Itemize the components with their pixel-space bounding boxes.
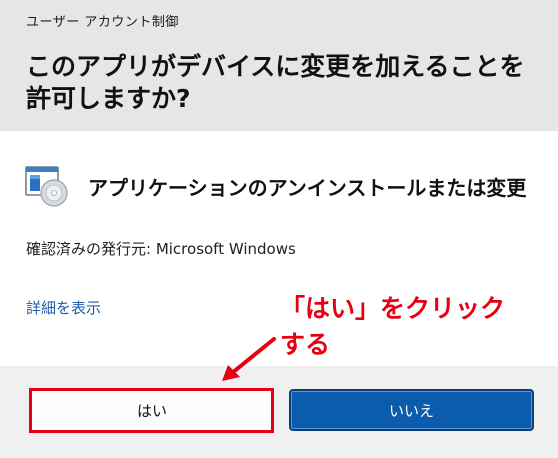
publisher-text: 確認済みの発行元: Microsoft Windows <box>26 240 296 258</box>
annotation-line-2: する <box>280 330 331 359</box>
window-title: ユーザー アカウント制御 <box>26 15 179 30</box>
annotation-line-1: 「はい」をクリック <box>280 294 506 323</box>
app-info-row: アプリケーションのアンインストールまたは変更 <box>24 162 526 210</box>
no-button[interactable]: いいえ <box>289 389 534 431</box>
annotation-arrow-icon <box>222 337 276 381</box>
annotation-callout: 「はい」をクリック する <box>280 291 505 363</box>
app-name: アプリケーションのアンインストールまたは変更 <box>88 175 527 200</box>
dialog-heading: このアプリがデバイスに変更を加えることを許可しますか? <box>26 52 525 113</box>
programs-and-features-icon <box>25 166 68 207</box>
show-details-link[interactable]: 詳細を表示 <box>26 297 101 318</box>
uac-dialog: ユーザー アカウント制御 このアプリがデバイスに変更を加えることを許可しますか?… <box>0 0 558 458</box>
dialog-header: ユーザー アカウント制御 このアプリがデバイスに変更を加えることを許可しますか? <box>0 0 558 131</box>
yes-button[interactable]: はい <box>30 389 274 431</box>
